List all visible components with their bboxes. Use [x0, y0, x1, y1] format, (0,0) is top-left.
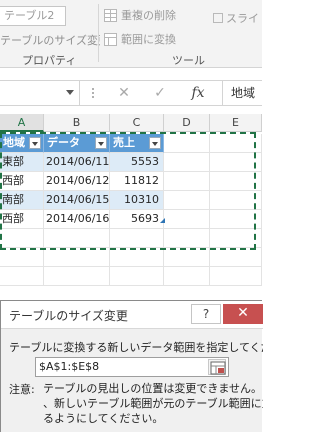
cell[interactable] — [164, 229, 210, 248]
cell[interactable] — [210, 210, 262, 229]
column-header-e[interactable]: E — [210, 114, 262, 132]
table-cell[interactable]: 東部 — [0, 153, 44, 172]
cell[interactable] — [0, 229, 44, 248]
cell[interactable] — [210, 172, 262, 191]
collapse-dialog-icon — [210, 361, 226, 375]
cell[interactable] — [0, 248, 44, 267]
range-input[interactable]: $A$1:$E$8 — [35, 357, 229, 377]
cell[interactable] — [110, 248, 164, 267]
note-line: るようにしてください。 — [43, 412, 164, 425]
table-cell[interactable]: 2014/06/11 — [44, 153, 110, 172]
cell[interactable] — [164, 172, 210, 191]
remove-duplicates-button[interactable]: 重複の削除 — [104, 6, 176, 24]
cell[interactable] — [44, 229, 110, 248]
table-header-label: 地域 — [3, 136, 25, 149]
table-cell[interactable]: 2014/06/12 — [44, 172, 110, 191]
slicer-label: スライ — [226, 12, 259, 25]
cancel-entry-icon[interactable]: ✕ — [110, 81, 138, 105]
cell[interactable] — [0, 267, 44, 286]
dialog-title: テーブルのサイズ変更 — [9, 309, 128, 323]
remove-duplicates-label: 重複の削除 — [121, 9, 176, 22]
dialog-prompt: テーブルに変換する新しいデータ範囲を指定してください(S): — [9, 341, 263, 354]
worksheet-grid[interactable]: A B C D E 地域 データ 売上 東部 2014/06/11 5553 西… — [0, 114, 262, 300]
table-cell[interactable]: 西部 — [0, 210, 44, 229]
formula-input[interactable]: 地域 — [222, 81, 262, 105]
cell[interactable] — [164, 134, 210, 153]
cell[interactable] — [164, 210, 210, 229]
cell[interactable] — [210, 191, 262, 210]
name-box[interactable] — [0, 81, 80, 105]
table-cell[interactable]: 10310 — [110, 191, 164, 210]
cell[interactable] — [210, 248, 262, 267]
cell[interactable] — [164, 248, 210, 267]
formula-bar: ✕ ✓ fx 地域 — [0, 80, 262, 106]
note-line: 、新しいテーブル範囲が元のテーブル範囲に重な — [43, 397, 263, 410]
formula-bar-grip-icon[interactable] — [88, 81, 98, 105]
table-cell[interactable]: 2014/06/15 — [44, 191, 110, 210]
column-header-d[interactable]: D — [164, 114, 210, 132]
group-separator — [98, 4, 99, 62]
cell[interactable] — [210, 229, 262, 248]
table-header-label: 売上 — [113, 136, 135, 149]
resize-table-button[interactable]: テーブルのサイズ変更 — [0, 32, 100, 48]
table-cell[interactable]: 南部 — [0, 191, 44, 210]
group-label-tools: ツール — [172, 54, 205, 67]
resize-table-dialog: テーブルのサイズ変更 ? ✕ テーブルに変換する新しいデータ範囲を指定してくださ… — [0, 300, 263, 432]
note-text: テーブルの見出しの位置は変更できません。また、 、新しいテーブル範囲が元のテーブ… — [43, 381, 263, 426]
cell[interactable] — [164, 191, 210, 210]
ribbon: テーブル2 テーブルのサイズ変更 プロパティ 重複の削除 範囲に変換 ツール ス… — [0, 0, 262, 68]
cell[interactable] — [44, 248, 110, 267]
chevron-down-icon[interactable] — [66, 90, 74, 95]
insert-slicer-button[interactable]: スライ — [213, 10, 259, 26]
table-header-cell[interactable]: データ — [44, 134, 110, 153]
cell[interactable] — [110, 267, 164, 286]
column-header-a[interactable]: A — [0, 114, 44, 132]
cell[interactable] — [210, 153, 262, 172]
column-header-b[interactable]: B — [44, 114, 110, 132]
convert-to-range-button[interactable]: 範囲に変換 — [104, 30, 176, 48]
filter-dropdown-icon[interactable] — [95, 137, 107, 149]
cell[interactable] — [44, 267, 110, 286]
cell[interactable] — [164, 267, 210, 286]
remove-duplicates-icon — [104, 8, 117, 22]
collapse-dialog-button[interactable] — [208, 359, 226, 375]
note-label: 注意: — [9, 383, 35, 396]
confirm-entry-icon[interactable]: ✓ — [146, 81, 174, 105]
range-value: $A$1:$E$8 — [39, 360, 100, 373]
cell[interactable] — [110, 229, 164, 248]
close-button[interactable]: ✕ — [223, 304, 263, 324]
insert-function-icon[interactable]: fx — [184, 81, 212, 105]
convert-to-range-label: 範囲に変換 — [121, 33, 176, 46]
convert-to-range-icon — [104, 32, 117, 46]
table-cell[interactable]: 2014/06/16 — [44, 210, 110, 229]
note-line: テーブルの見出しの位置は変更できません。また、 — [43, 382, 263, 395]
table-header-cell[interactable]: 地域 — [0, 134, 44, 153]
cell[interactable] — [210, 134, 262, 153]
table-cell[interactable]: 西部 — [0, 172, 44, 191]
help-button[interactable]: ? — [191, 304, 221, 324]
table-header-label: データ — [47, 136, 80, 149]
column-header-c[interactable]: C — [110, 114, 164, 132]
table-cell[interactable]: 11812 — [110, 172, 164, 191]
table-header-cell[interactable]: 売上 — [110, 134, 164, 153]
table-name-input[interactable]: テーブル2 — [0, 6, 66, 26]
table-cell[interactable]: 5553 — [110, 153, 164, 172]
filter-dropdown-icon[interactable] — [29, 137, 41, 149]
cell[interactable] — [164, 153, 210, 172]
table-cell[interactable]: 5693 — [110, 210, 164, 229]
group-label-properties: プロパティ — [22, 54, 77, 67]
slicer-icon — [213, 13, 223, 23]
filter-dropdown-icon[interactable] — [149, 137, 161, 149]
table-resize-handle[interactable] — [160, 218, 165, 223]
dialog-title-bar[interactable]: テーブルのサイズ変更 ? ✕ — [1, 301, 263, 329]
cell[interactable] — [210, 267, 262, 286]
